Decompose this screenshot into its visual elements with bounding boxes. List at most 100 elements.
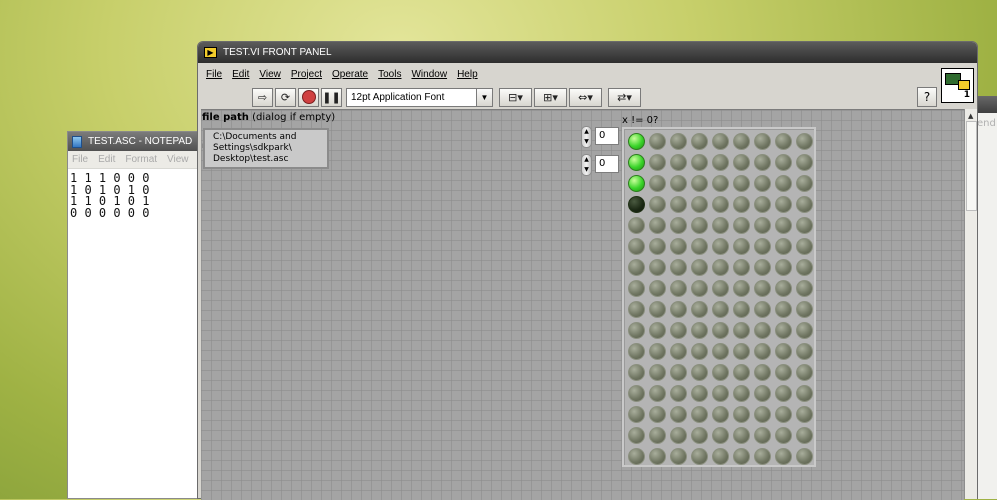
led bbox=[691, 385, 708, 402]
led bbox=[649, 259, 666, 276]
led bbox=[733, 301, 750, 318]
vi-connector-icon[interactable]: 1 bbox=[941, 68, 974, 103]
notepad-menu-view[interactable]: View bbox=[167, 154, 189, 165]
led bbox=[796, 364, 813, 381]
led bbox=[670, 238, 687, 255]
menu-edit[interactable]: Edit bbox=[232, 69, 249, 80]
led bbox=[775, 154, 792, 171]
led bbox=[796, 280, 813, 297]
front-panel-menubar: File Edit View Project Operate Tools Win… bbox=[198, 64, 946, 84]
menu-help[interactable]: Help bbox=[457, 69, 478, 80]
led bbox=[649, 322, 666, 339]
toolbar: ⇨ ⟳ ❚❚ 12pt Application Font ▼ ⊟▾ ⊞▾ ⇔▾ … bbox=[252, 86, 641, 108]
align-objects-button[interactable]: ⊟▾ bbox=[499, 87, 532, 107]
distribute-objects-button[interactable]: ⊞▾ bbox=[534, 87, 567, 107]
menu-view[interactable]: View bbox=[259, 69, 281, 80]
run-continuously-button[interactable]: ⟳ bbox=[275, 87, 296, 107]
led bbox=[712, 259, 729, 276]
led bbox=[754, 427, 771, 444]
led bbox=[649, 364, 666, 381]
led bbox=[733, 322, 750, 339]
menu-project[interactable]: Project bbox=[291, 69, 322, 80]
led bbox=[670, 427, 687, 444]
led bbox=[670, 133, 687, 150]
led bbox=[628, 175, 645, 192]
led bbox=[733, 385, 750, 402]
index-row-stepper[interactable]: ▲ ▼ bbox=[581, 126, 592, 148]
led bbox=[628, 343, 645, 360]
reorder-button[interactable]: ⇄▾ bbox=[608, 87, 641, 107]
notepad-menubar: File Edit Format View bbox=[68, 151, 203, 169]
scroll-thumb[interactable] bbox=[966, 121, 977, 211]
notepad-titlebar[interactable]: TEST.ASC - NOTEPAD bbox=[68, 132, 203, 151]
led bbox=[754, 364, 771, 381]
led bbox=[796, 448, 813, 465]
led bbox=[733, 217, 750, 234]
led bbox=[754, 238, 771, 255]
index-row-value[interactable]: 0 bbox=[595, 127, 619, 145]
index-col-value[interactable]: 0 bbox=[595, 155, 619, 173]
notepad-menu-format[interactable]: Format bbox=[125, 154, 157, 165]
led bbox=[712, 301, 729, 318]
led bbox=[670, 385, 687, 402]
menu-tools[interactable]: Tools bbox=[378, 69, 401, 80]
led bbox=[712, 406, 729, 423]
array-label: x != 0? bbox=[622, 115, 659, 126]
menu-operate[interactable]: Operate bbox=[332, 69, 368, 80]
led bbox=[754, 217, 771, 234]
led bbox=[775, 343, 792, 360]
index-col-stepper[interactable]: ▲ ▼ bbox=[581, 154, 592, 176]
array-index-col: ▲ ▼ 0 bbox=[581, 154, 621, 176]
led bbox=[649, 385, 666, 402]
led bbox=[775, 259, 792, 276]
led bbox=[628, 280, 645, 297]
array-index-row: ▲ ▼ 0 bbox=[581, 126, 621, 148]
front-panel-titlebar[interactable]: ▶ TEST.VI FRONT PANEL bbox=[198, 42, 977, 63]
scroll-up-icon[interactable]: ▲ bbox=[968, 112, 973, 120]
vertical-scrollbar[interactable]: ▲ bbox=[964, 109, 977, 499]
led bbox=[796, 154, 813, 171]
notepad-menu-edit[interactable]: Edit bbox=[98, 154, 115, 165]
led bbox=[733, 280, 750, 297]
led bbox=[754, 175, 771, 192]
led bbox=[712, 196, 729, 213]
led bbox=[733, 448, 750, 465]
pause-button[interactable]: ❚❚ bbox=[321, 87, 342, 107]
font-selector-value: 12pt Application Font bbox=[351, 91, 445, 103]
led bbox=[712, 133, 729, 150]
led bbox=[649, 343, 666, 360]
led bbox=[670, 259, 687, 276]
led bbox=[670, 364, 687, 381]
font-selector[interactable]: 12pt Application Font ▼ bbox=[346, 87, 493, 107]
distribute-objects-icon: ⊞▾ bbox=[543, 90, 558, 104]
resize-objects-button[interactable]: ⇔▾ bbox=[569, 87, 602, 107]
led bbox=[712, 427, 729, 444]
front-panel-canvas[interactable]: file path (dialog if empty) ⊏ C:\Documen… bbox=[201, 109, 964, 500]
led bbox=[691, 301, 708, 318]
abort-button[interactable] bbox=[298, 87, 319, 107]
led bbox=[754, 406, 771, 423]
front-panel-title: TEST.VI FRONT PANEL bbox=[223, 47, 332, 58]
led bbox=[796, 196, 813, 213]
menu-window[interactable]: Window bbox=[411, 69, 447, 80]
notepad-menu-file[interactable]: File bbox=[72, 154, 88, 165]
run-button[interactable]: ⇨ bbox=[252, 87, 273, 107]
led bbox=[628, 238, 645, 255]
led bbox=[775, 196, 792, 213]
led bbox=[670, 406, 687, 423]
led bbox=[649, 406, 666, 423]
led bbox=[691, 448, 708, 465]
led bbox=[733, 427, 750, 444]
led bbox=[775, 217, 792, 234]
led bbox=[733, 154, 750, 171]
led bbox=[712, 322, 729, 339]
led bbox=[691, 133, 708, 150]
led bbox=[691, 406, 708, 423]
led bbox=[733, 238, 750, 255]
front-panel-window: ▶ TEST.VI FRONT PANEL File Edit View Pro… bbox=[197, 41, 978, 500]
context-help-button[interactable]: ? bbox=[917, 87, 937, 107]
file-path-control[interactable]: C:\Documents and Settings\sdkpark\ Deskt… bbox=[203, 128, 329, 169]
led bbox=[796, 385, 813, 402]
menu-file[interactable]: File bbox=[206, 69, 222, 80]
notepad-text-area[interactable]: 1 1 1 0 0 0 1 0 1 0 1 0 1 1 0 1 0 1 0 0 … bbox=[68, 169, 203, 219]
